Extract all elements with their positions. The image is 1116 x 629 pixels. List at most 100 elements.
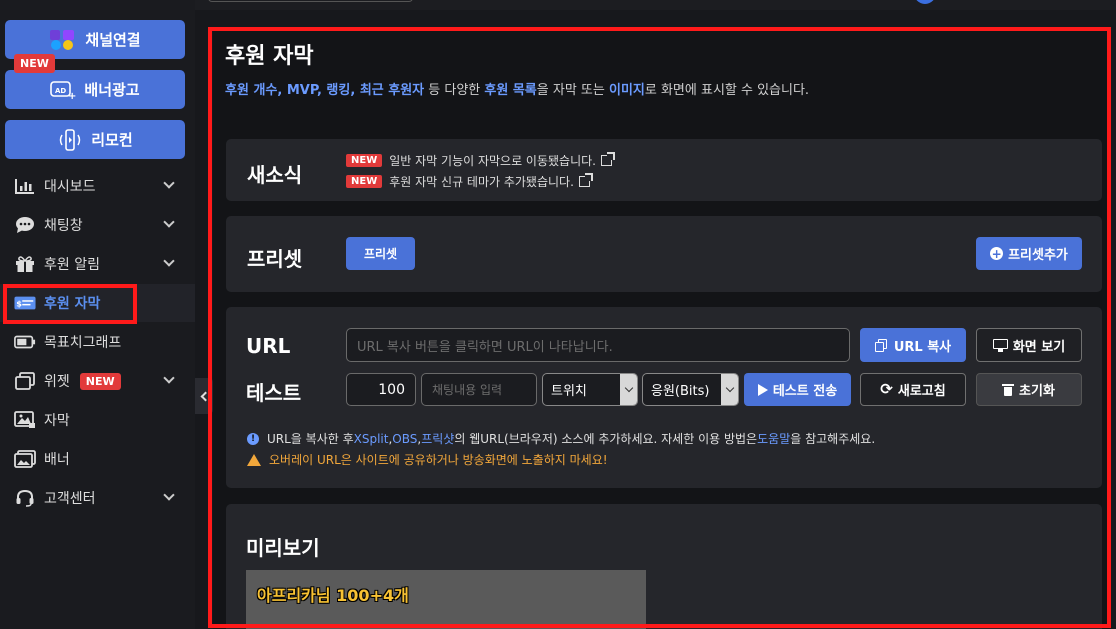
sidebar-collapse-toggle[interactable] bbox=[195, 378, 213, 414]
plus-circle-icon: + bbox=[990, 246, 1004, 261]
info-text: 의 웹URL(브라우저) 소스에 추가하세요. 자세한 이용 방법은 bbox=[454, 432, 758, 446]
active-item-highlight bbox=[3, 284, 137, 324]
external-link-icon bbox=[601, 152, 615, 166]
copy-url-button[interactable]: URL 복사 bbox=[860, 328, 966, 362]
test-label: 테스트 bbox=[246, 381, 302, 405]
platform-value: 트위치 bbox=[551, 384, 587, 399]
chat-text-field[interactable]: 채팅내용 입력 bbox=[421, 373, 537, 406]
channel-link-icon bbox=[49, 28, 77, 52]
news-new-badge: NEW bbox=[346, 175, 383, 188]
copy-icon bbox=[874, 338, 888, 352]
sidebar-item-label: 배너 bbox=[44, 452, 70, 468]
chevron-down-icon bbox=[163, 489, 175, 501]
sidebar-item-chat[interactable]: 채팅창 bbox=[0, 206, 195, 244]
sidebar-item-dashboard[interactable]: 대시보드 bbox=[0, 167, 195, 205]
sidebar-item-goal-graph[interactable]: 목표치그래프 bbox=[0, 323, 195, 361]
sidebar: 채널연결 AD + 배너광고 NEW 리모컨 대시보드 채팅창 후원 알림 $ … bbox=[0, 0, 195, 629]
widget-new-badge: NEW bbox=[79, 372, 121, 390]
xsplit-link[interactable]: XSplit bbox=[354, 432, 389, 446]
sidebar-item-label: 목표치그래프 bbox=[44, 335, 122, 351]
battery-icon bbox=[14, 333, 36, 351]
desc-highlight: 후원 개수, MVP, 랭킹, 최근 후원자 bbox=[225, 83, 425, 98]
refresh-label: 새로고침 bbox=[897, 384, 946, 399]
prixshot-link[interactable]: 프릭샷 bbox=[421, 430, 454, 447]
type-select[interactable]: 응원(Bits) bbox=[642, 373, 739, 406]
trash-icon bbox=[1002, 383, 1015, 396]
widget-icon bbox=[14, 372, 36, 390]
sidebar-item-label: 자막 bbox=[44, 413, 70, 429]
view-screen-label: 화면 보기 bbox=[1012, 339, 1066, 355]
info-icon: ! bbox=[247, 432, 259, 445]
remote-button[interactable]: 리모컨 bbox=[5, 120, 185, 159]
desc-highlight: 이미지 bbox=[608, 83, 645, 98]
warning-text: 오버레이 URL은 사이트에 공유하거나 방송화면에 노출하지 마세요! bbox=[269, 453, 608, 467]
news-item-text: 후원 자막 신규 테마가 추가됐습니다. bbox=[389, 175, 574, 189]
channel-link-label: 채널연결 bbox=[85, 31, 141, 49]
usage-info: ! URL을 복사한 후 XSplit, OBS, 프릭샷 의 웹URL(브라우저… bbox=[247, 430, 875, 447]
preview-caption-text: 아프리카님 100+4개 bbox=[257, 586, 409, 605]
chat-icon bbox=[14, 216, 36, 234]
svg-text:AD: AD bbox=[55, 87, 66, 95]
warning-icon bbox=[247, 453, 261, 466]
desc-highlight: 후원 목록 bbox=[484, 83, 537, 98]
banner-ad-button[interactable]: AD + 배너광고 bbox=[5, 70, 185, 109]
chevron-down-icon bbox=[163, 177, 175, 189]
sidebar-item-donation-alert[interactable]: 후원 알림 bbox=[0, 245, 195, 283]
url-placeholder: URL 복사 버튼을 클릭하면 URL이 나타납니다. bbox=[357, 339, 613, 355]
news-item[interactable]: NEW 일반 자막 기능이 자막으로 이동됐습니다. bbox=[346, 152, 615, 169]
ad-icon: AD + bbox=[50, 80, 76, 100]
amount-field[interactable]: 100 bbox=[346, 373, 416, 406]
remote-icon bbox=[57, 128, 83, 151]
chevron-down-icon bbox=[721, 374, 738, 405]
news-title: 새소식 bbox=[247, 163, 303, 187]
chevron-down-icon bbox=[163, 372, 175, 384]
preset-chip[interactable]: 프리셋 bbox=[346, 237, 415, 270]
info-text: URL을 복사한 후 bbox=[267, 432, 354, 446]
new-badge: NEW bbox=[14, 54, 55, 73]
sidebar-item-banner[interactable]: 배너 bbox=[0, 440, 195, 478]
preview-title: 미리보기 bbox=[246, 536, 320, 560]
chevron-down-icon bbox=[163, 216, 175, 228]
chart-icon bbox=[14, 177, 36, 195]
type-value: 응원(Bits) bbox=[651, 384, 710, 399]
info-text: 을 참고해주세요. bbox=[790, 432, 876, 446]
play-icon bbox=[757, 383, 768, 396]
url-label: URL bbox=[246, 334, 291, 358]
monitor-icon bbox=[992, 338, 1008, 352]
desc-text: 로 화면에 표시할 수 있습니다. bbox=[644, 83, 810, 98]
refresh-button[interactable]: ⟳ 새로고침 bbox=[860, 373, 966, 406]
desc-text: 등 다양한 bbox=[424, 83, 485, 98]
obs-link[interactable]: OBS bbox=[392, 432, 417, 446]
sidebar-item-label: 대시보드 bbox=[44, 179, 96, 195]
chevron-down-icon bbox=[620, 374, 637, 405]
sidebar-item-caption[interactable]: 자막 bbox=[0, 401, 195, 439]
chat-text-placeholder: 채팅내용 입력 bbox=[432, 383, 503, 397]
desc-text: 을 자막 또는 bbox=[536, 83, 609, 98]
svg-text:+: + bbox=[68, 91, 76, 100]
news-new-badge: NEW bbox=[346, 154, 383, 167]
send-test-label: 테스트 전송 bbox=[772, 384, 838, 399]
preset-title: 프리셋 bbox=[247, 247, 303, 271]
news-item[interactable]: NEW 후원 자막 신규 테마가 추가됐습니다. bbox=[346, 173, 593, 190]
top-search-field[interactable] bbox=[208, 0, 413, 2]
news-item-text: 일반 자막 기능이 자막으로 이동됐습니다. bbox=[389, 154, 596, 168]
gift-icon bbox=[14, 255, 36, 273]
news-card bbox=[226, 139, 1102, 201]
sidebar-item-label: 위젯 bbox=[44, 374, 70, 390]
sidebar-item-widget[interactable]: 위젯 NEW bbox=[0, 362, 195, 400]
platform-select[interactable]: 트위치 bbox=[542, 373, 638, 406]
remote-label: 리모컨 bbox=[91, 131, 133, 149]
chevron-down-icon bbox=[163, 255, 175, 267]
view-screen-button[interactable]: 화면 보기 bbox=[976, 328, 1082, 362]
add-preset-button[interactable]: + 프리셋추가 bbox=[976, 237, 1082, 270]
page-description: 후원 개수, MVP, 랭킹, 최근 후원자 등 다양한 후원 목록을 자막 또… bbox=[225, 79, 809, 98]
sidebar-item-label: 후원 알림 bbox=[44, 257, 100, 273]
banner-ad-label: 배너광고 bbox=[84, 81, 140, 99]
url-field[interactable]: URL 복사 버튼을 클릭하면 URL이 나타납니다. bbox=[346, 328, 850, 362]
help-link[interactable]: 도움말 bbox=[757, 430, 790, 447]
reset-button[interactable]: 초기화 bbox=[976, 373, 1082, 406]
sidebar-item-support[interactable]: 고객센터 bbox=[0, 479, 195, 517]
reset-label: 초기화 bbox=[1019, 384, 1055, 399]
copy-url-label: URL 복사 bbox=[893, 339, 952, 355]
send-test-button[interactable]: 테스트 전송 bbox=[744, 373, 851, 406]
